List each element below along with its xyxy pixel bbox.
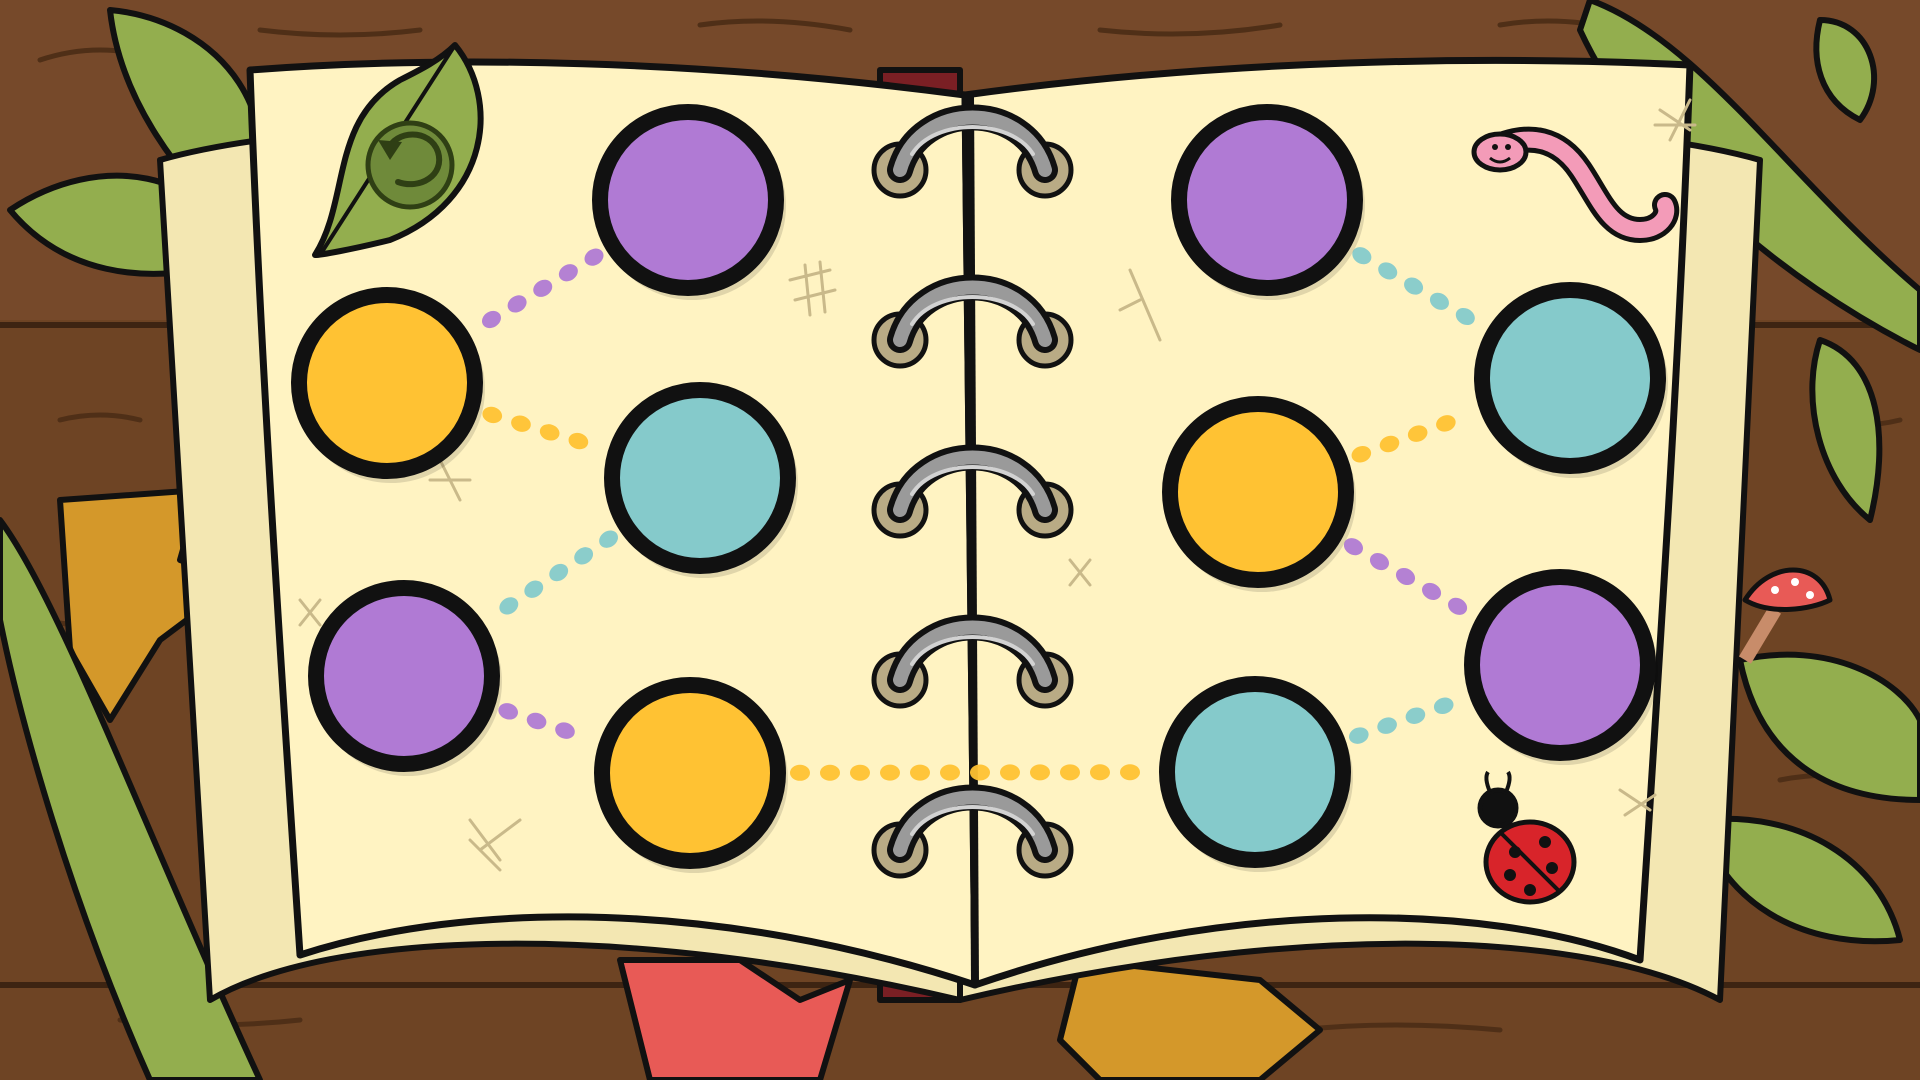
color-node-purple[interactable] — [1464, 569, 1658, 765]
color-node-yellow[interactable] — [291, 287, 485, 483]
link-dot — [999, 764, 1020, 781]
link-dot — [1089, 764, 1110, 781]
link-dot — [939, 764, 960, 781]
link-dot — [1059, 764, 1080, 781]
link-dot — [909, 764, 930, 781]
link-dot — [1029, 764, 1050, 781]
link-dot — [849, 764, 870, 781]
color-node-yellow[interactable] — [594, 677, 788, 873]
color-node-purple[interactable] — [1171, 104, 1365, 300]
color-node-teal[interactable] — [1159, 676, 1353, 872]
color-node-purple[interactable] — [592, 104, 786, 300]
link-dot — [969, 764, 990, 781]
link-dot — [819, 764, 840, 781]
link-dot — [1119, 764, 1140, 781]
color-node-teal[interactable] — [1474, 282, 1668, 478]
color-node-purple[interactable] — [308, 580, 502, 776]
link-dot — [879, 764, 900, 781]
link-dot — [789, 764, 810, 781]
color-node-teal[interactable] — [604, 382, 798, 578]
game-board — [0, 0, 1920, 1080]
color-node-yellow[interactable] — [1162, 396, 1356, 592]
